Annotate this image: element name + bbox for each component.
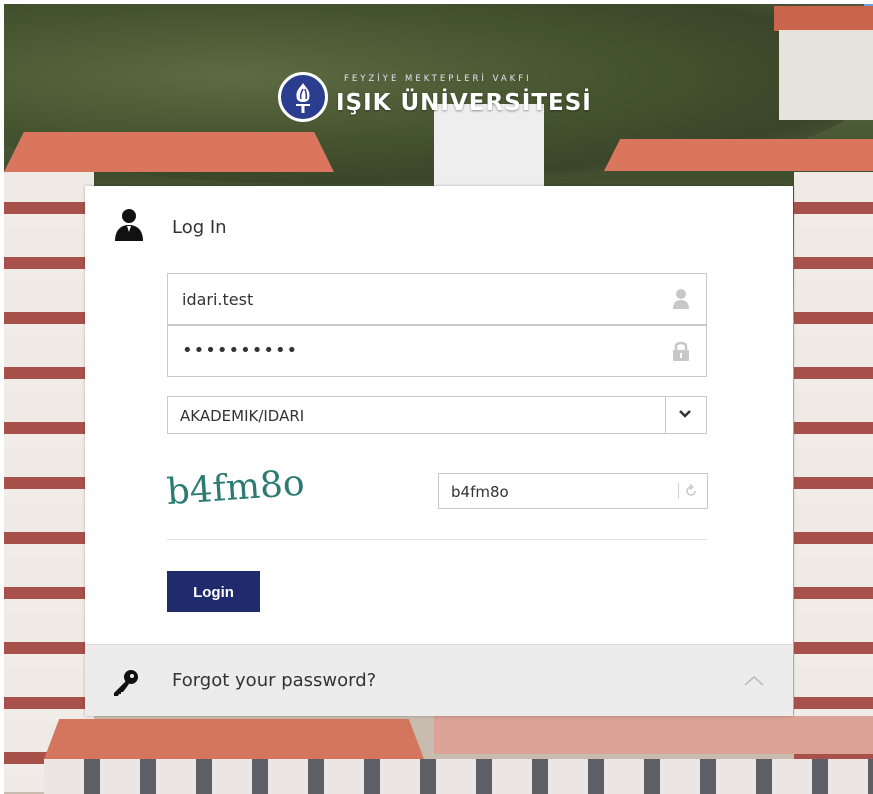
role-select-toggle[interactable] xyxy=(665,397,706,433)
forgot-password-link[interactable]: Forgot your password? xyxy=(172,670,376,691)
refresh-icon[interactable] xyxy=(683,483,699,499)
torch-emblem-icon xyxy=(278,72,328,122)
roof-bottom-left xyxy=(44,719,424,759)
forgot-password-panel[interactable]: Forgot your password? xyxy=(85,644,793,716)
form-divider xyxy=(167,539,707,540)
captcha-image: b4fm8o xyxy=(167,463,306,514)
role-select[interactable]: AKADEMIK/IDARI xyxy=(167,396,707,434)
captcha-separator xyxy=(678,483,679,499)
roof-right xyxy=(604,139,873,171)
captcha-text: b4fm8o xyxy=(167,463,306,514)
user-icon xyxy=(673,289,689,309)
person-icon xyxy=(115,209,143,241)
role-selected-value: AKADEMIK/IDARI xyxy=(180,407,305,425)
captcha-value: b4fm8o xyxy=(451,483,509,501)
roof-left xyxy=(4,132,334,172)
tower-building xyxy=(779,30,873,120)
building-right xyxy=(794,172,873,792)
password-field[interactable]: •••••••••• xyxy=(167,325,707,377)
foundation-text: FEYZİYE MEKTEPLERİ VAKFI xyxy=(344,74,532,84)
chevron-down-icon xyxy=(679,410,691,418)
building-left xyxy=(4,172,94,792)
roof-bottom-right xyxy=(434,716,873,754)
university-logo: FEYZİYE MEKTEPLERİ VAKFI IŞIK ÜNİVERSİTE… xyxy=(278,70,618,130)
login-card: Log In idari.test •••••••••• AKADEMIK/ID… xyxy=(85,186,793,716)
login-button[interactable]: Login xyxy=(167,571,260,612)
tower-roof xyxy=(774,6,873,31)
login-title: Log In xyxy=(172,217,227,238)
lock-icon xyxy=(673,341,689,361)
password-value: •••••••••• xyxy=(182,340,299,361)
university-name: IŞIK ÜNİVERSİTESİ xyxy=(336,90,592,116)
captcha-input[interactable]: b4fm8o xyxy=(438,473,708,509)
username-field[interactable]: idari.test xyxy=(167,273,707,325)
key-icon xyxy=(114,670,138,696)
login-header: Log In xyxy=(85,186,793,266)
username-value: idari.test xyxy=(182,290,254,309)
chevron-up-icon[interactable] xyxy=(743,675,765,687)
building-bottom xyxy=(44,759,873,794)
